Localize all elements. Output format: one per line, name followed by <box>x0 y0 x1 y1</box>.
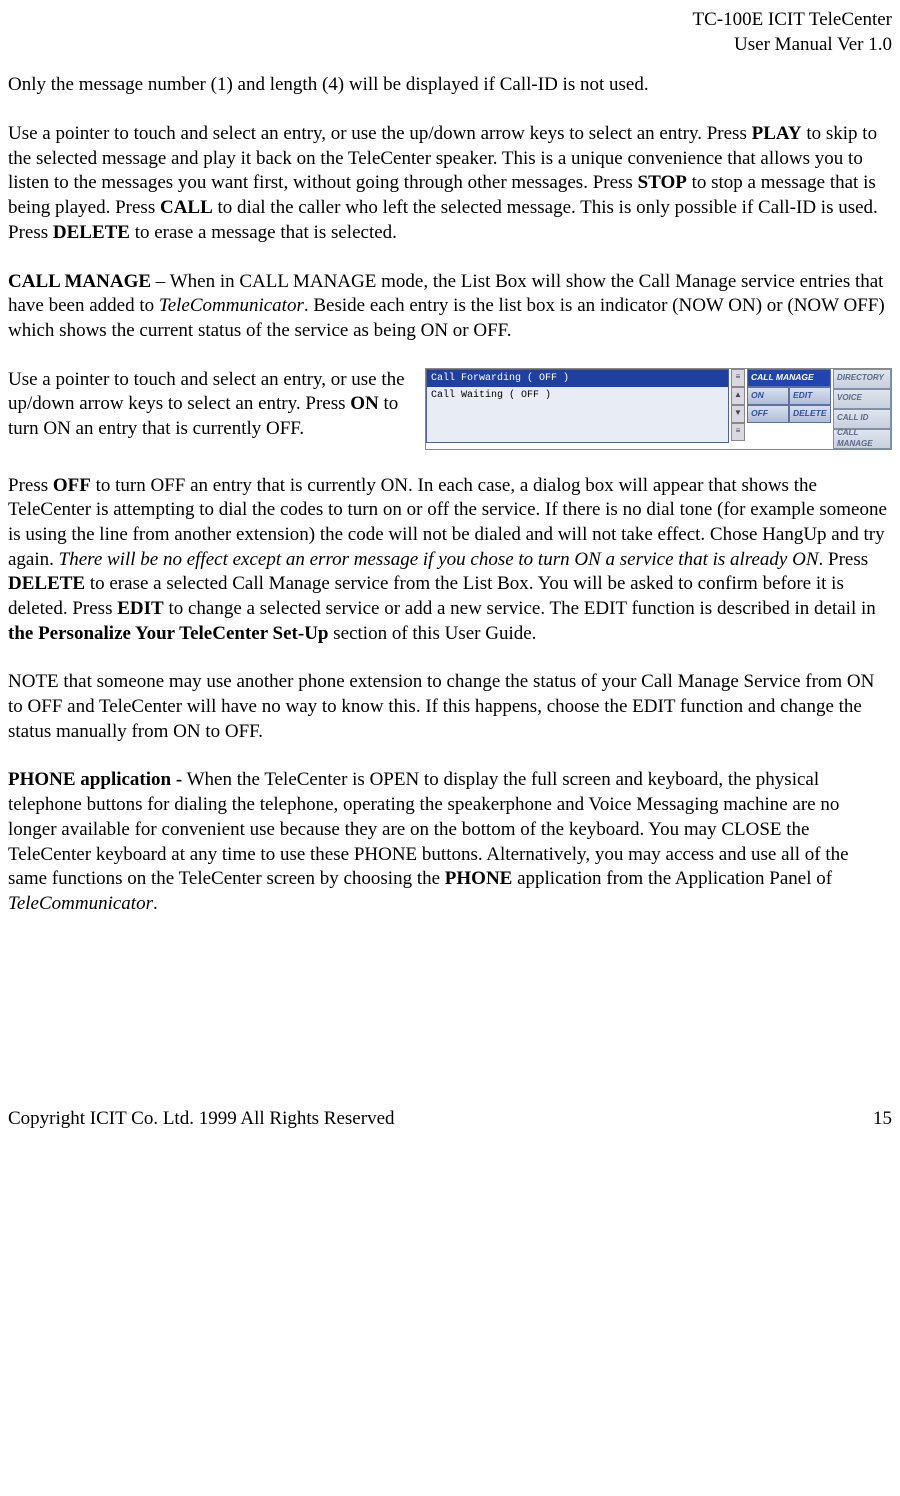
callmanage-heading: CALL MANAGE <box>8 271 151 292</box>
delete-label: DELETE <box>53 222 130 243</box>
paragraph-2: Use a pointer to touch and select an ent… <box>8 122 892 245</box>
call-label: CALL <box>160 197 213 218</box>
paragraph-6: NOTE that someone may use another phone … <box>8 670 892 744</box>
paragraph-7: PHONE application - When the TeleCenter … <box>8 768 892 916</box>
callmanage-button[interactable]: CALL MANAGE <box>747 369 831 387</box>
service-listbox[interactable]: Call Forwarding ( OFF ) Call Waiting ( O… <box>426 369 729 443</box>
copyright-text: Copyright ICIT Co. Ltd. 1999 All Rights … <box>8 1107 395 1132</box>
telecommunicator-term-2: TeleCommunicator <box>8 893 153 914</box>
listbox-row-waiting[interactable]: Call Waiting ( OFF ) <box>427 387 728 404</box>
scroll-bottom-icon[interactable]: ≡ <box>731 423 745 441</box>
phone-heading: PHONE application - <box>8 769 182 790</box>
scroll-top-icon[interactable]: ≡ <box>731 369 745 387</box>
tab-callmanage[interactable]: CALL MANAGE <box>833 429 891 449</box>
scroll-up-icon[interactable]: ▲ <box>731 387 745 405</box>
figure-block: Use a pointer to touch and select an ent… <box>8 368 892 450</box>
header-subtitle: User Manual Ver 1.0 <box>8 33 892 58</box>
telecommunicator-term: TeleCommunicator <box>159 295 304 316</box>
paragraph-1: Only the message number (1) and length (… <box>8 73 892 98</box>
stop-label: STOP <box>638 172 687 193</box>
tab-callid[interactable]: CALL ID <box>833 409 891 429</box>
listbox-row-forwarding[interactable]: Call Forwarding ( OFF ) <box>427 370 728 387</box>
delete-button[interactable]: DELETE <box>789 405 831 423</box>
off-button[interactable]: OFF <box>747 405 789 423</box>
paragraph-4: Use a pointer to touch and select an ent… <box>8 368 413 442</box>
document-footer: Copyright ICIT Co. Ltd. 1999 All Rights … <box>8 1107 892 1132</box>
document-header: TC-100E ICIT TeleCenter User Manual Ver … <box>8 8 892 57</box>
phone-label: PHONE <box>445 868 513 889</box>
edit-label: EDIT <box>117 598 163 619</box>
off-label: OFF <box>53 475 91 496</box>
on-label: ON <box>350 393 379 414</box>
action-button-grid: CALL MANAGE ON EDIT OFF DELETE <box>747 369 831 449</box>
app-tabs: DIRECTORY VOICE CALL ID CALL MANAGE <box>833 369 891 449</box>
tab-voice[interactable]: VOICE <box>833 389 891 409</box>
scroll-down-icon[interactable]: ▼ <box>731 405 745 423</box>
listbox-scrollbar[interactable]: ≡ ▲ ▼ ≡ <box>731 369 745 441</box>
header-title: TC-100E ICIT TeleCenter <box>8 8 892 33</box>
delete-label-2: DELETE <box>8 573 85 594</box>
page-number: 15 <box>873 1107 892 1132</box>
on-button[interactable]: ON <box>747 387 789 405</box>
note-italic: There will be no effect except an error … <box>59 549 819 570</box>
edit-button[interactable]: EDIT <box>789 387 831 405</box>
tab-directory[interactable]: DIRECTORY <box>833 369 891 389</box>
callmanage-screenshot: Call Forwarding ( OFF ) Call Waiting ( O… <box>425 368 892 450</box>
personalize-section-ref: the Personalize Your TeleCenter Set-Up <box>8 623 329 644</box>
paragraph-5: Press OFF to turn OFF an entry that is c… <box>8 474 892 647</box>
play-label: PLAY <box>752 123 802 144</box>
paragraph-3: CALL MANAGE – When in CALL MANAGE mode, … <box>8 270 892 344</box>
